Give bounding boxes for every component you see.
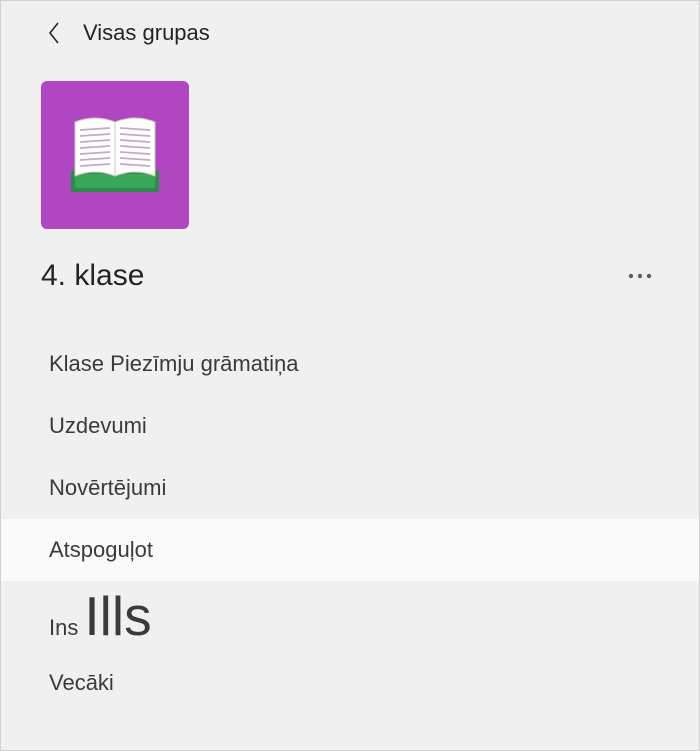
sidebar-panel: Visas grupas 4. klase <box>0 0 700 751</box>
header: Visas grupas <box>1 1 699 61</box>
more-horizontal-icon <box>627 272 653 280</box>
back-button[interactable] <box>41 19 69 47</box>
header-title[interactable]: Visas grupas <box>83 20 210 46</box>
nav-item-insights[interactable]: Ins Ills <box>1 581 699 652</box>
nav-item-grades[interactable]: Novērtējumi <box>1 457 699 519</box>
book-icon <box>65 108 165 203</box>
nav-item-label-prefix: Ins <box>49 615 78 641</box>
nav-item-reflect[interactable]: Atspoguļot <box>1 519 699 581</box>
nav-list: Klase Piezīmju grāmatiņa Uzdevumi Novērt… <box>1 333 699 714</box>
team-title: 4. klase <box>41 259 144 293</box>
nav-item-parents[interactable]: Vecāki <box>1 652 699 714</box>
team-title-row: 4. klase <box>1 229 699 303</box>
more-button[interactable] <box>623 268 657 284</box>
team-avatar <box>41 81 189 229</box>
chevron-left-icon <box>46 19 64 47</box>
nav-item-label-overlay: Ills <box>84 589 151 644</box>
nav-item-assignments[interactable]: Uzdevumi <box>1 395 699 457</box>
nav-item-notebook[interactable]: Klase Piezīmju grāmatiņa <box>1 333 699 395</box>
